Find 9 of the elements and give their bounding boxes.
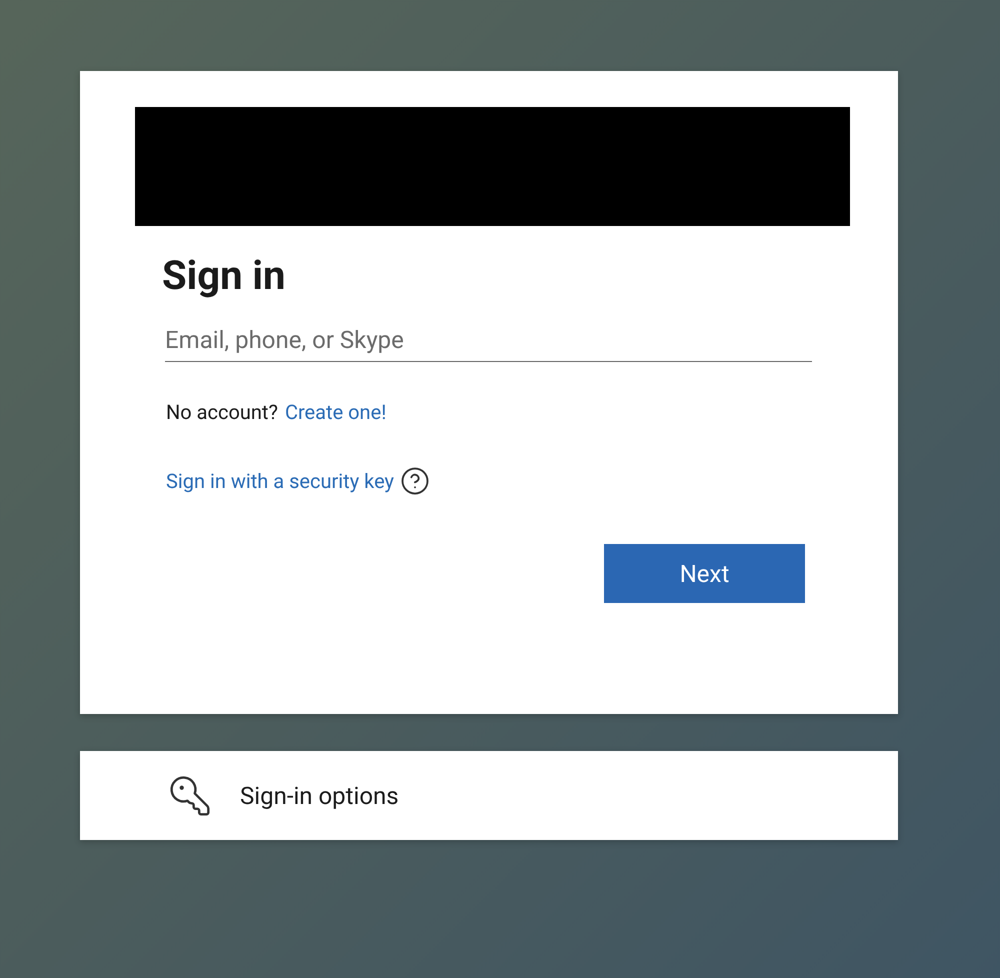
next-button[interactable]: Next	[604, 544, 805, 603]
sign-in-options-label[interactable]: Sign-in options	[240, 778, 399, 814]
no-account-text: No account?	[166, 399, 278, 425]
create-account-link[interactable]: Create one!	[284, 399, 386, 425]
email-input-field[interactable]: Email, phone, or Skype	[165, 318, 812, 362]
key-icon	[168, 774, 212, 818]
help-icon[interactable]	[400, 466, 430, 496]
security-key-link[interactable]: Sign in with a security key	[166, 468, 394, 494]
sign-in-title: Sign in	[162, 252, 286, 300]
